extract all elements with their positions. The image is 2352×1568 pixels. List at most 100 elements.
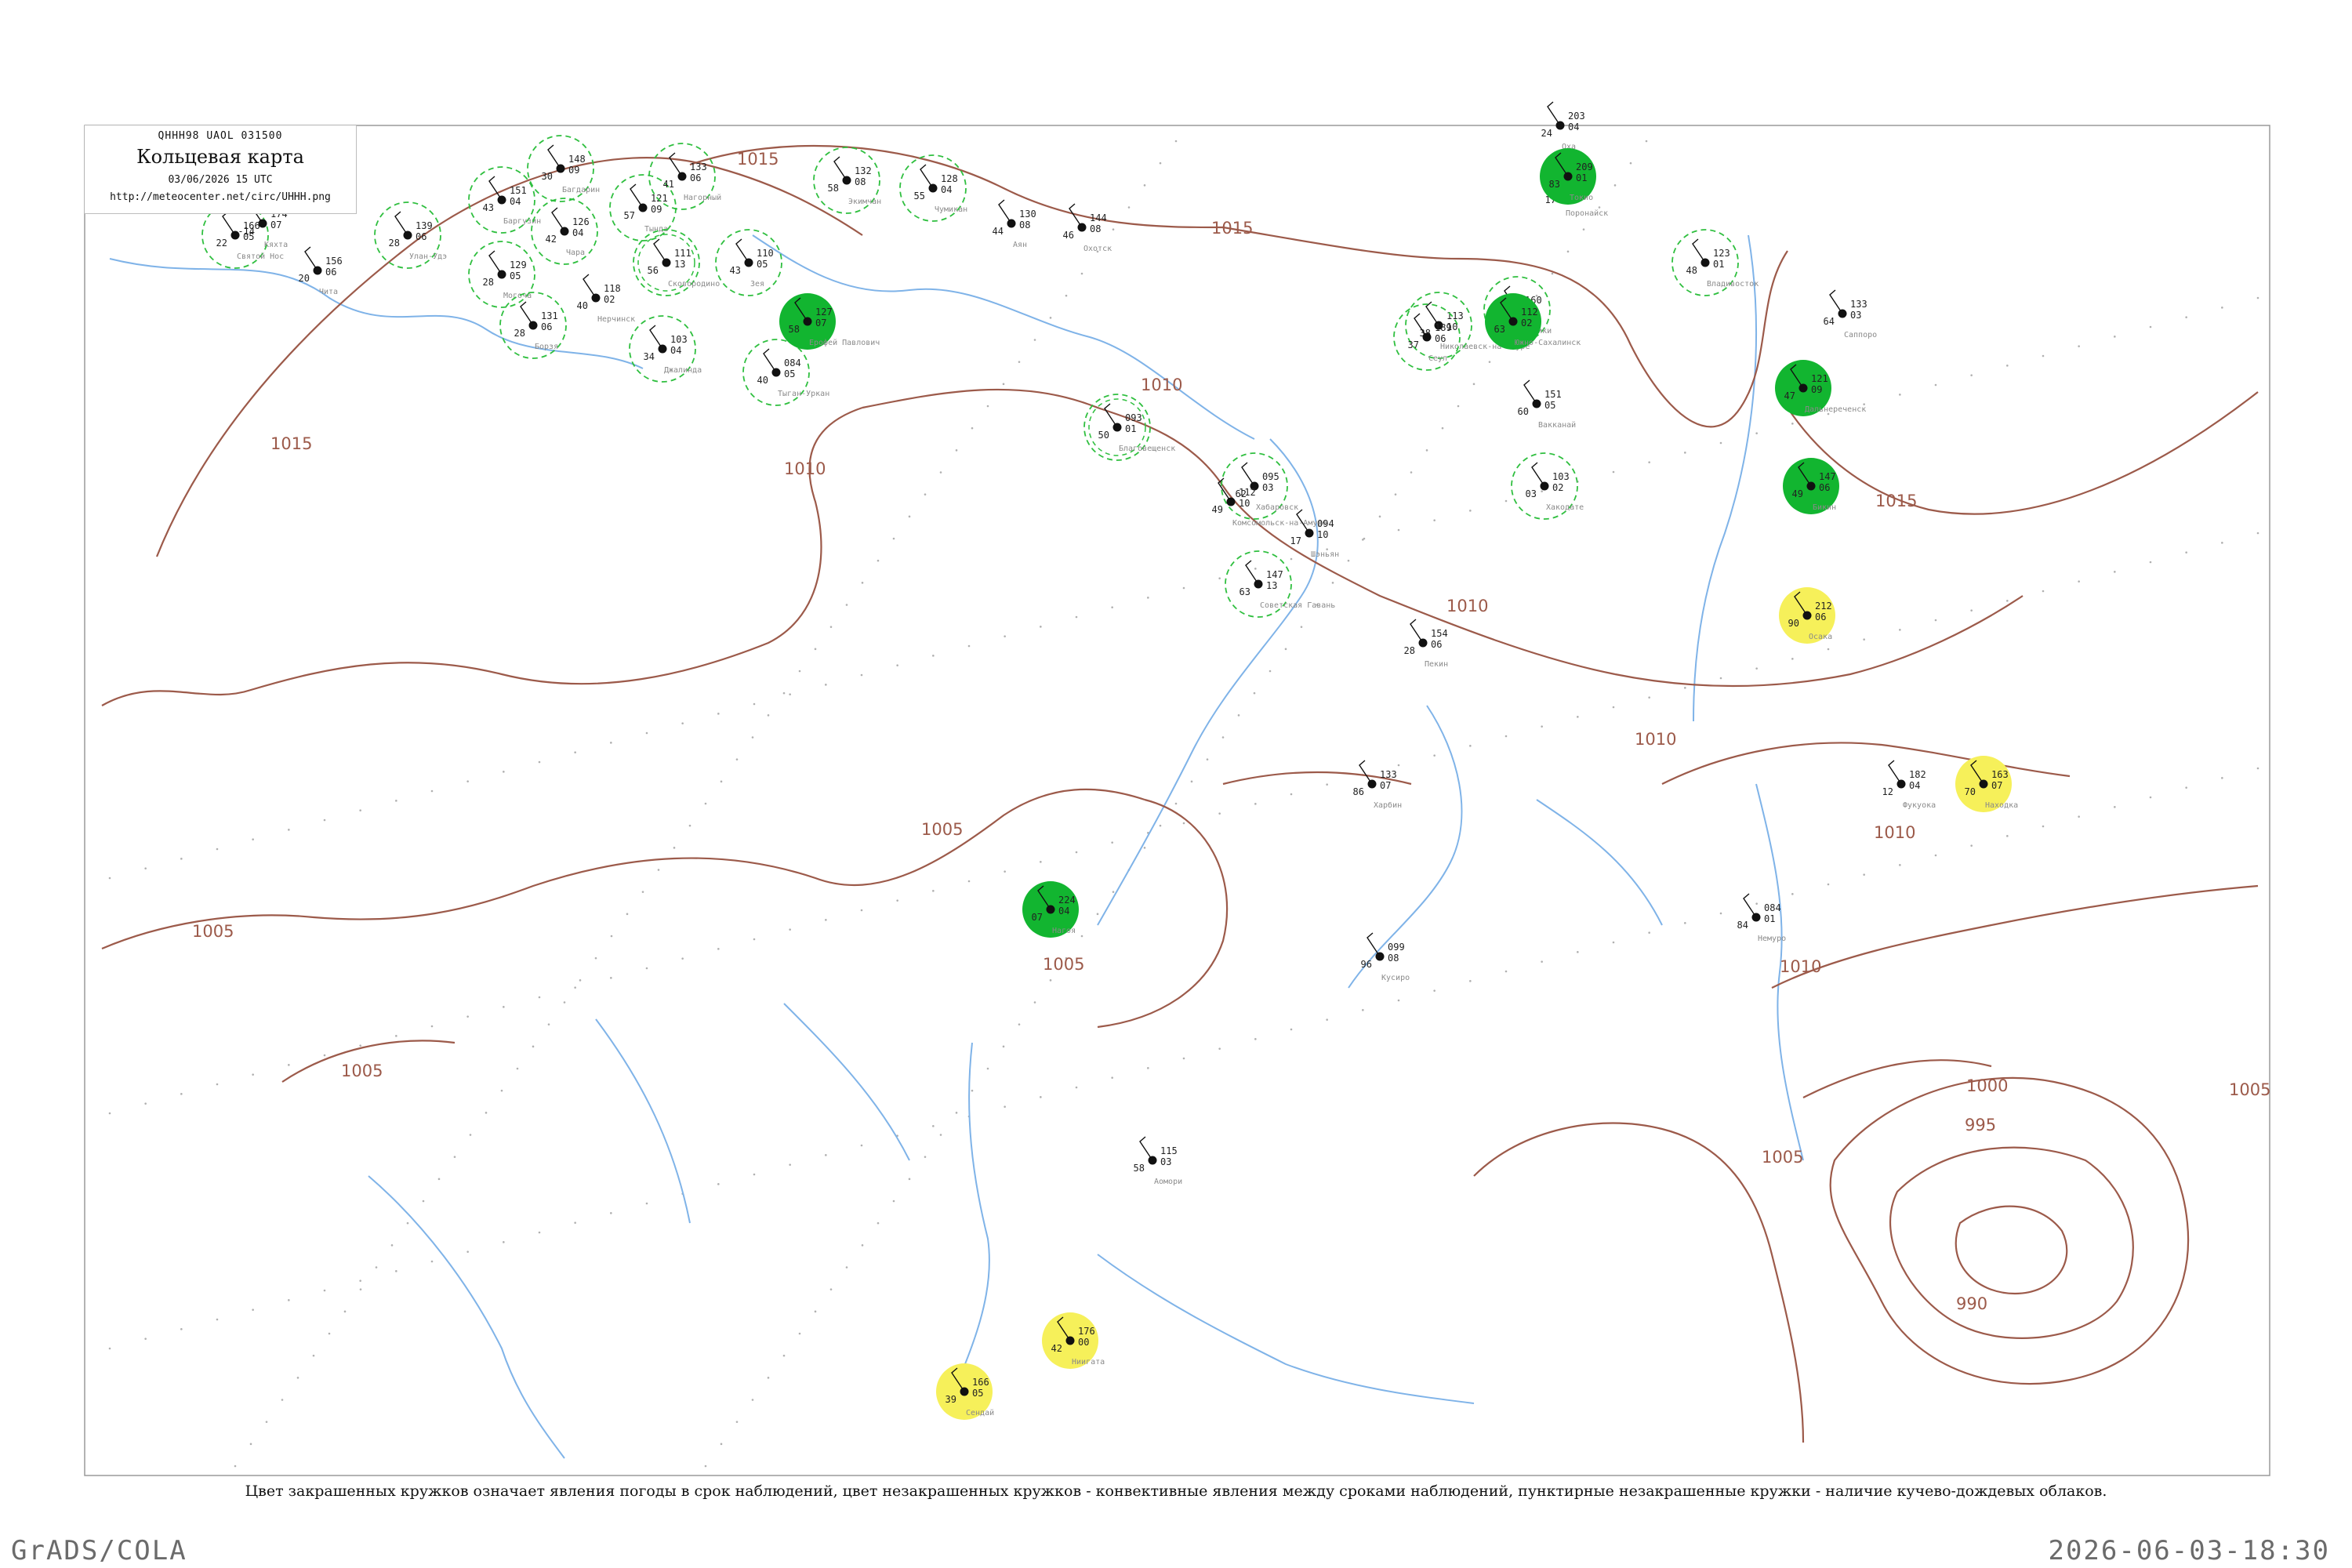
graticule-dot — [986, 405, 989, 408]
graticule-dot — [288, 829, 290, 831]
graticule-dot — [516, 1067, 519, 1070]
graticule-dot — [1182, 1057, 1185, 1060]
graticule-dot — [1899, 864, 1901, 866]
graticule-dot — [1541, 960, 1543, 963]
station-name: Токио — [1570, 194, 1593, 202]
isobar-label: 1005 — [1762, 1148, 1803, 1167]
station-name: Кусиро — [1381, 974, 1410, 982]
graticule-dot — [860, 1144, 863, 1147]
graticule-dot — [1040, 626, 1042, 628]
station-name: Чара — [566, 249, 585, 257]
dewpoint-value: 64 — [1824, 316, 1835, 327]
graticule-dot — [1755, 667, 1758, 670]
graticule-dot — [430, 1260, 434, 1263]
graticule-dot — [1863, 638, 1865, 641]
graticule-dot — [2185, 786, 2187, 789]
graticule-dot — [1433, 519, 1436, 521]
pressure-value: 189 — [1435, 322, 1452, 333]
graticule-dot — [1218, 812, 1221, 815]
graticule-dot — [735, 758, 739, 760]
dewpoint-value: -14 — [238, 226, 255, 237]
station-plot[interactable]: 20901 83 Токио — [1540, 148, 1596, 205]
pressure-tendency: 00 — [1078, 1337, 1089, 1348]
station-name: Сеул — [1428, 354, 1447, 363]
graticule-dot — [1934, 383, 1937, 387]
isobar-label: 1010 — [1635, 730, 1676, 749]
graticule-dot — [323, 818, 326, 822]
graticule-dot — [789, 928, 791, 931]
graticule-dot — [1541, 725, 1543, 728]
graticule-dot — [1488, 361, 1491, 363]
graticule-dot — [1004, 870, 1006, 873]
pressure-tendency: 03 — [1850, 310, 1861, 321]
dewpoint-value: 70 — [1965, 786, 1976, 797]
dewpoint-value: 48 — [1686, 265, 1697, 276]
pressure-value: 123 — [1713, 248, 1730, 259]
graticule-dot — [753, 702, 756, 706]
graticule-dot — [751, 1399, 754, 1401]
graticule-dot — [395, 1035, 397, 1037]
graticule-dot — [688, 824, 691, 827]
station-name: Баргузин — [503, 217, 541, 226]
graticule-dot — [1254, 568, 1257, 570]
pressure-tendency: 06 — [1819, 482, 1830, 493]
graticule-dot — [108, 1347, 111, 1350]
graticule-dot — [1147, 1067, 1149, 1069]
graticule-dot — [798, 670, 801, 673]
graticule-dot — [1582, 228, 1585, 230]
dewpoint-value: 44 — [993, 226, 1004, 237]
graticule-dot — [1397, 999, 1400, 1002]
map-title: Кольцевая карта — [136, 146, 304, 168]
station-name: Владивосток — [1707, 280, 1759, 289]
station-plot[interactable]: 14706 49 Бикин — [1783, 458, 1839, 514]
pressure-tendency: 09 — [568, 165, 579, 176]
station-name: Кяхта — [264, 241, 288, 249]
graticule-dot — [547, 1023, 550, 1025]
station-plot[interactable]: 21206 90 Осака — [1779, 587, 1835, 644]
station-name: Экимчан — [848, 198, 881, 206]
graticule-dot — [1004, 1105, 1006, 1108]
graticule-dot — [1791, 658, 1794, 660]
graticule-dot — [1394, 493, 1397, 495]
graticule-dot — [1040, 861, 1042, 863]
isobar-label: 1005 — [921, 820, 963, 839]
dewpoint-value: 40 — [577, 300, 588, 311]
graticule-dot — [932, 1125, 935, 1127]
graticule-dot — [288, 1299, 290, 1301]
graticule-dot — [2114, 336, 2116, 338]
station-name: Аомори — [1154, 1178, 1182, 1186]
pressure-tendency: 04 — [1568, 122, 1579, 132]
graticule-dot — [1612, 706, 1615, 709]
dewpoint-value: 58 — [789, 324, 800, 335]
graticule-dot — [673, 847, 676, 849]
graticule-dot — [704, 1465, 707, 1468]
dewpoint-value: 34 — [644, 351, 655, 362]
pressure-tendency: 06 — [690, 172, 701, 183]
graticule-dot — [1472, 383, 1475, 386]
pressure-tendency: 01 — [1764, 913, 1775, 924]
pressure-tendency: 13 — [1266, 580, 1277, 591]
pressure-tendency: 07 — [270, 220, 281, 230]
graticule-dot — [1719, 912, 1722, 915]
graticule-dot — [1362, 1009, 1364, 1011]
dewpoint-value: 57 — [624, 210, 635, 221]
graticule-dot — [1206, 758, 1209, 760]
pressure-value: 203 — [1568, 111, 1585, 122]
pressure-tendency: 10 — [1317, 529, 1328, 540]
station-name: Благовещенск — [1119, 445, 1175, 453]
graticule-dot — [422, 1200, 425, 1203]
graticule-dot — [767, 1377, 770, 1379]
station-plot[interactable]: 22404 07 Нагоя — [1022, 881, 1079, 938]
graticule-dot — [1033, 339, 1036, 341]
graticule-dot — [1648, 461, 1650, 463]
dewpoint-value: 24 — [1541, 128, 1552, 139]
graticule-dot — [2149, 325, 2152, 328]
graticule-dot — [2185, 316, 2187, 318]
graticule-dot — [1018, 1023, 1021, 1025]
footer-software: GrADS/COLA — [11, 1535, 187, 1566]
graticule-dot — [1290, 1028, 1293, 1031]
graticule-dot — [1284, 648, 1287, 651]
graticule-dot — [717, 1183, 720, 1185]
station-name: Поронайск — [1566, 209, 1608, 218]
map-url[interactable]: http://meteocenter.net/circ/UHHH.png — [85, 191, 356, 203]
